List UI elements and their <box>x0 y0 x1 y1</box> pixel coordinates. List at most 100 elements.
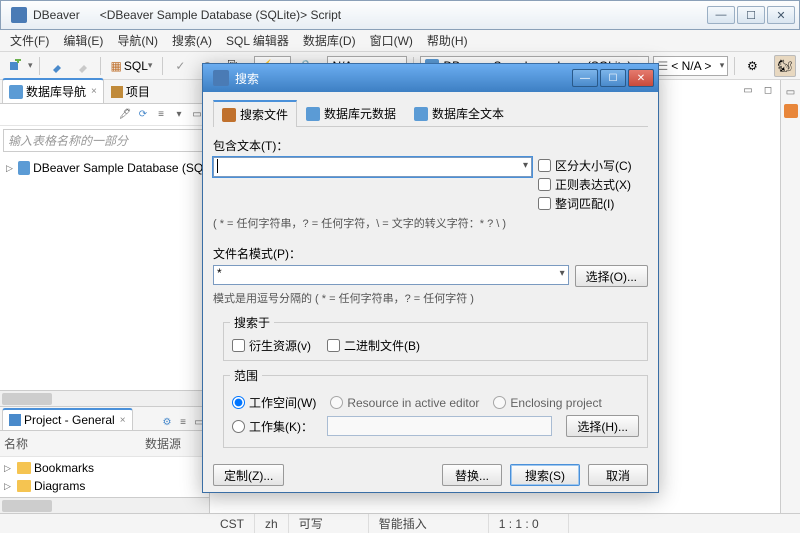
dialog-button-bar: 定制(Z)... 替换... 搜索(S) 取消 <box>213 454 648 486</box>
doc-title: <DBeaver Sample Database (SQLite)> Scrip… <box>100 8 341 22</box>
ed-view-icon[interactable]: ▭ <box>740 82 756 98</box>
close-icon[interactable]: × <box>120 415 126 426</box>
settings-icon[interactable]: ⚙ <box>741 55 763 77</box>
replace-button[interactable]: 替换... <box>442 464 502 486</box>
whole-word-checkbox[interactable]: 整词匹配(I) <box>538 195 648 212</box>
scope-legend: 范围 <box>230 367 262 384</box>
minimized-view-icon[interactable] <box>784 104 798 118</box>
ed-max-icon[interactable]: ◻ <box>760 82 776 98</box>
tab-project-general[interactable]: Project - General × <box>2 408 133 430</box>
gear-icon[interactable]: ⚙ <box>159 414 175 430</box>
h-scrollbar[interactable] <box>0 497 209 513</box>
nav-filter-input[interactable]: 输入表格名称的一部分 <box>3 129 206 152</box>
menu-sql[interactable]: SQL 编辑器 <box>220 30 295 51</box>
status-tz: CST <box>210 514 255 533</box>
dialog-title: 搜索 <box>235 70 259 87</box>
binary-checkbox[interactable]: 二进制文件(B) <box>327 337 420 354</box>
regex-checkbox[interactable]: 正则表达式(X) <box>538 176 648 193</box>
dialog-max-button[interactable]: ☐ <box>600 69 626 87</box>
schema-icon: ☰ <box>658 59 669 73</box>
resource-radio[interactable]: Resource in active editor <box>330 396 479 410</box>
cancel-button[interactable]: 取消 <box>588 464 648 486</box>
working-set-input[interactable] <box>327 416 552 436</box>
menu-search[interactable]: 搜索(A) <box>166 30 218 51</box>
restore-icon[interactable]: ▭ <box>783 84 799 100</box>
sql-editor-button[interactable]: ▦ SQL ▾ <box>107 55 157 77</box>
tree-item-diagrams[interactable]: ▷ Diagrams <box>2 477 207 495</box>
nav-tabrow: 数据库导航 × 项目 <box>0 80 209 104</box>
close-icon[interactable]: × <box>91 86 97 97</box>
customize-button[interactable]: 定制(Z)... <box>213 464 284 486</box>
refresh-icon[interactable]: ⟳ <box>135 107 151 123</box>
profile-icon[interactable]: 🐿 <box>774 55 796 77</box>
workspace-radio[interactable]: 工作空间(W) <box>232 394 316 411</box>
proj-gen-icon <box>9 414 21 426</box>
search-button[interactable]: 搜索(S) <box>510 464 580 486</box>
working-set-radio[interactable]: 工作集(K)： <box>232 418 313 435</box>
col-datasource[interactable]: 数据源 <box>145 435 205 452</box>
tree-item-bookmarks[interactable]: ▷ Bookmarks <box>2 459 207 477</box>
view-menu-icon[interactable]: ≡ <box>175 414 191 430</box>
metadata-icon <box>306 107 320 121</box>
expander-icon[interactable]: ▷ <box>6 163 15 174</box>
tab-db-fulltext[interactable]: 数据库全文本 <box>405 100 513 126</box>
tree-item[interactable]: ▷ DBeaver Sample Database (SQLite) <box>4 159 205 177</box>
status-pos: 1 : 1 : 0 <box>489 514 569 533</box>
sql-icon: ▦ <box>111 59 122 73</box>
nav-mini-toolbar: 🖋 ⟳ ≡ ▾ ▭ <box>0 104 209 126</box>
tab-db-metadata[interactable]: 数据库元数据 <box>297 100 405 126</box>
derived-checkbox[interactable]: 衍生资源(v) <box>232 337 311 354</box>
h-scrollbar[interactable] <box>0 390 209 406</box>
dropdown-icon[interactable]: ▾ <box>171 107 187 123</box>
app-name: DBeaver <box>33 8 80 22</box>
filter-icon[interactable]: ≡ <box>153 107 169 123</box>
tab-search-file[interactable]: 搜索文件 <box>213 100 297 127</box>
pattern-input[interactable]: * <box>213 265 569 285</box>
maximize-button[interactable]: ☐ <box>737 6 765 24</box>
dialog-min-button[interactable]: — <box>572 69 598 87</box>
tab-projects[interactable]: 项目 <box>104 79 157 103</box>
disconnect-icon[interactable] <box>72 55 94 77</box>
contains-input[interactable] <box>213 157 532 177</box>
col-name[interactable]: 名称 <box>4 435 145 452</box>
menu-window[interactable]: 窗口(W) <box>364 30 419 51</box>
menu-edit[interactable]: 编辑(E) <box>57 30 109 51</box>
case-checkbox[interactable]: 区分大小写(C) <box>538 157 648 174</box>
new-conn-icon[interactable] <box>4 55 26 77</box>
scope-fieldset: 范围 工作空间(W) Resource in active editor Enc… <box>223 367 648 448</box>
choose-working-set-button[interactable]: 选择(H)... <box>566 415 639 437</box>
folder-icon <box>17 462 31 474</box>
commit-icon[interactable]: ✓ <box>169 55 191 77</box>
expander-icon[interactable]: ▷ <box>4 481 14 492</box>
search-in-legend: 搜索于 <box>230 314 274 331</box>
db-tree[interactable]: ▷ DBeaver Sample Database (SQLite) <box>0 155 209 390</box>
dialog-titlebar[interactable]: 搜索 — ☐ ✕ <box>203 64 658 92</box>
schema-combo[interactable]: ☰ < N/A > <box>653 56 729 76</box>
dialog-icon <box>213 70 229 86</box>
file-search-icon <box>222 108 236 122</box>
menu-file[interactable]: 文件(F) <box>4 30 55 51</box>
choose-pattern-button[interactable]: 选择(O)... <box>575 265 648 287</box>
dialog-close-button[interactable]: ✕ <box>628 69 654 87</box>
dialog-tabs: 搜索文件 数据库元数据 数据库全文本 <box>213 100 648 127</box>
folder-icon <box>17 480 31 492</box>
project-panel: Project - General × ⚙ ≡ ▭ 名称 数据源 ▷ Bookm… <box>0 406 209 513</box>
enclosing-radio[interactable]: Enclosing project <box>493 396 601 410</box>
minimize-button[interactable]: — <box>707 6 735 24</box>
menu-nav[interactable]: 导航(N) <box>111 30 164 51</box>
search-in-fieldset: 搜索于 衍生资源(v) 二进制文件(B) <box>223 314 648 361</box>
dropdown-icon[interactable]: ▾ <box>28 60 33 71</box>
tab-db-nav[interactable]: 数据库导航 × <box>2 78 104 103</box>
app-icon <box>11 7 27 23</box>
close-button[interactable]: ✕ <box>767 6 795 24</box>
menu-help[interactable]: 帮助(H) <box>421 30 474 51</box>
proj-icon <box>111 86 123 98</box>
status-lang: zh <box>255 514 289 533</box>
connect-icon[interactable] <box>46 55 68 77</box>
new-icon[interactable]: 🖋 <box>117 107 133 123</box>
expander-icon[interactable]: ▷ <box>4 463 14 474</box>
project-tree[interactable]: ▷ Bookmarks ▷ Diagrams <box>0 457 209 497</box>
right-trim: ▭ <box>780 80 800 513</box>
menu-db[interactable]: 数据库(D) <box>297 30 362 51</box>
pattern-label: 文件名模式(P)： <box>213 245 648 262</box>
